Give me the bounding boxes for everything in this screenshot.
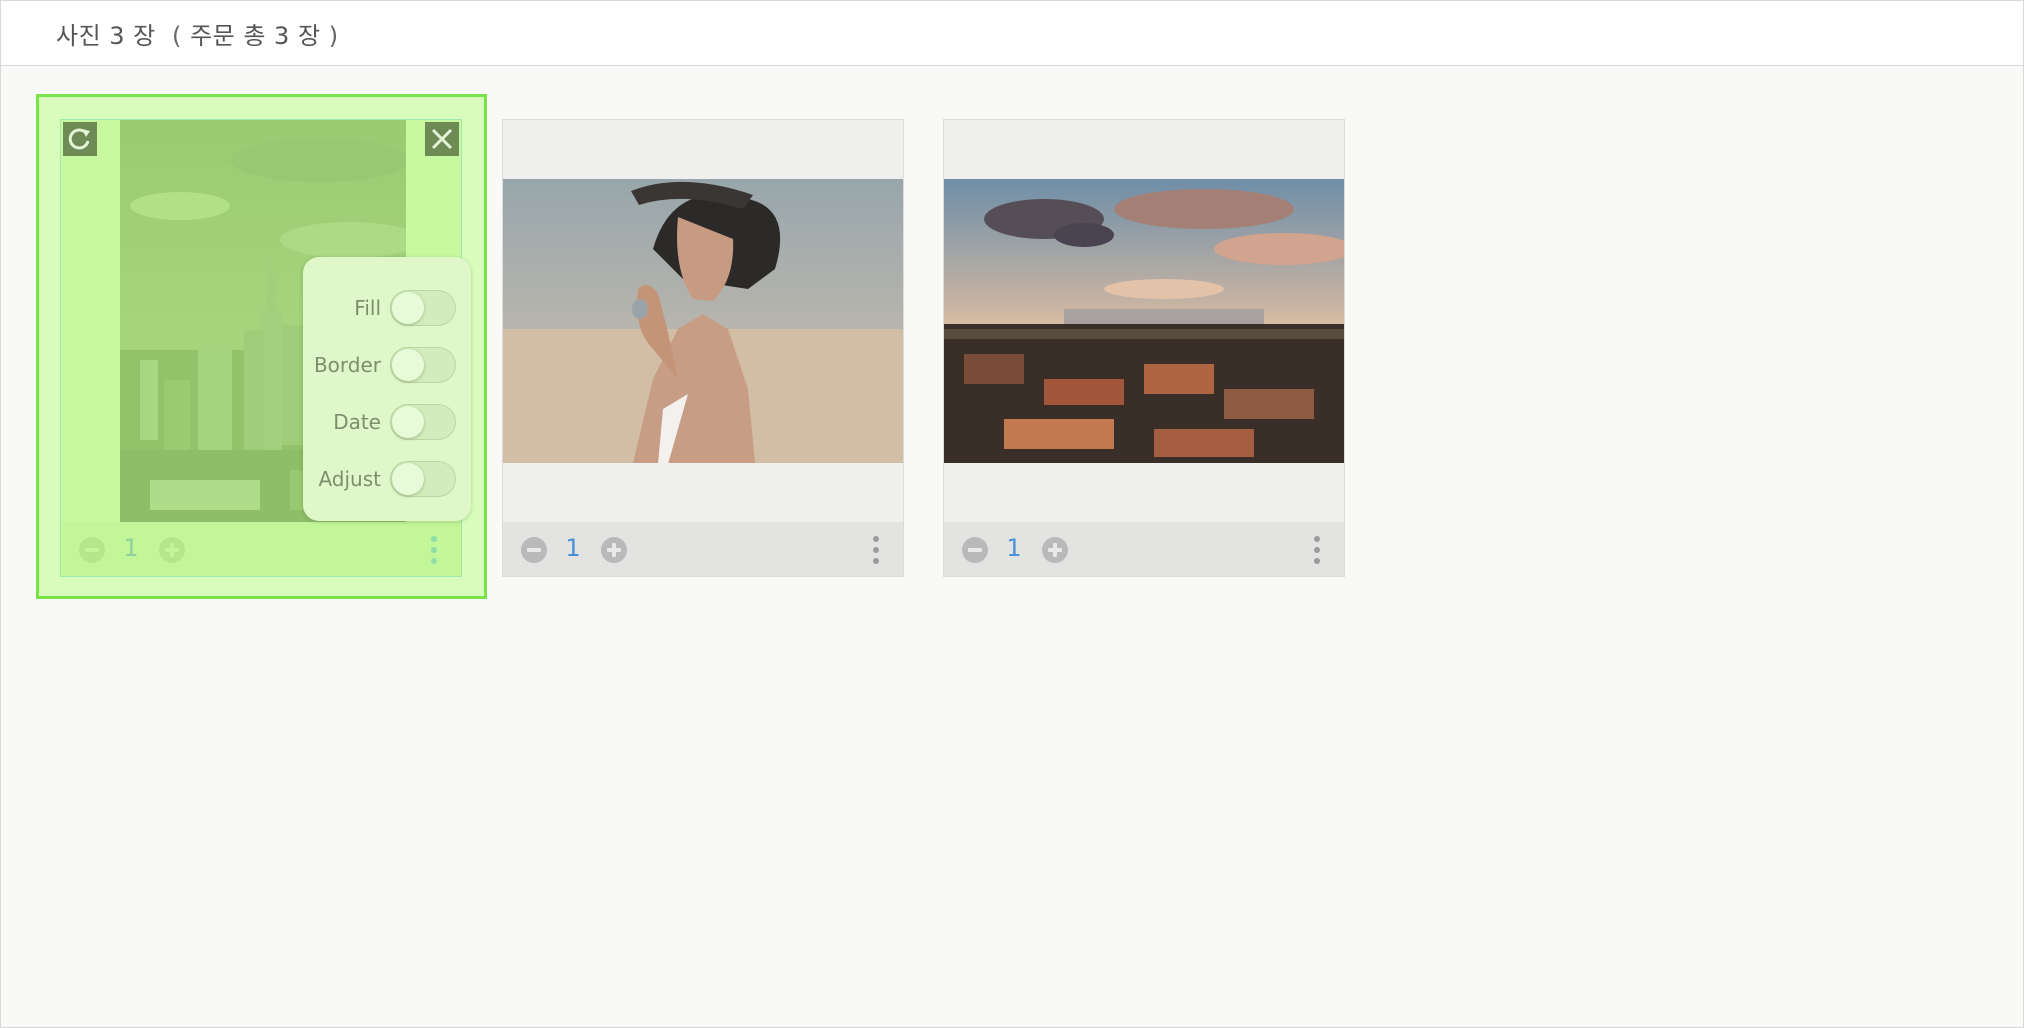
order-total-label: 주문 총 3 장 [190, 22, 321, 50]
more-vertical-icon[interactable] [873, 536, 879, 564]
quantity-controls: 1 [503, 522, 903, 576]
option-label-date: Date [333, 410, 381, 434]
photo-card-3[interactable]: 1 [943, 119, 1345, 577]
photo-count-label: 사진 3 장 [56, 22, 156, 50]
adjust-toggle[interactable] [390, 461, 456, 497]
photo-count-title: 사진 3 장 ( 주문 총 3 장 ) [56, 16, 339, 51]
photo-options-popover: Fill Border Date Adjust [303, 257, 471, 521]
plus-circle-icon[interactable] [601, 537, 627, 563]
photo-card-2[interactable]: 1 [502, 119, 904, 577]
fill-toggle[interactable] [390, 290, 456, 326]
remove-photo-button[interactable] [425, 122, 459, 156]
option-row-border: Border [303, 345, 471, 389]
rotate-button[interactable] [63, 122, 97, 156]
close-icon [431, 128, 453, 150]
minus-circle-icon[interactable] [521, 537, 547, 563]
option-row-adjust: Adjust [303, 459, 471, 503]
photo-woman-with-hat [503, 179, 903, 463]
quantity-value: 1 [565, 534, 581, 562]
option-row-date: Date [303, 402, 471, 446]
option-row-fill: Fill [303, 288, 471, 332]
option-label-fill: Fill [354, 296, 381, 320]
order-open-paren: ( [172, 22, 182, 50]
more-vertical-icon[interactable] [1314, 536, 1320, 564]
photo-frame[interactable] [503, 120, 903, 524]
quantity-controls: 1 [944, 522, 1344, 576]
rotate-icon [68, 128, 90, 150]
photo-order-panel: 사진 3 장 ( 주문 총 3 장 ) Fill Border Date Adj… [0, 0, 2024, 1028]
photo-frame[interactable] [944, 120, 1344, 524]
minus-circle-icon[interactable] [962, 537, 988, 563]
header-bar: 사진 3 장 ( 주문 총 3 장 ) [1, 1, 2023, 66]
border-toggle[interactable] [390, 347, 456, 383]
date-toggle[interactable] [390, 404, 456, 440]
order-close-paren: ) [328, 22, 339, 50]
quantity-value: 1 [1006, 534, 1022, 562]
plus-circle-icon[interactable] [1042, 537, 1068, 563]
option-label-adjust: Adjust [318, 467, 381, 491]
option-label-border: Border [313, 353, 381, 377]
photo-city-sunset [944, 179, 1344, 463]
